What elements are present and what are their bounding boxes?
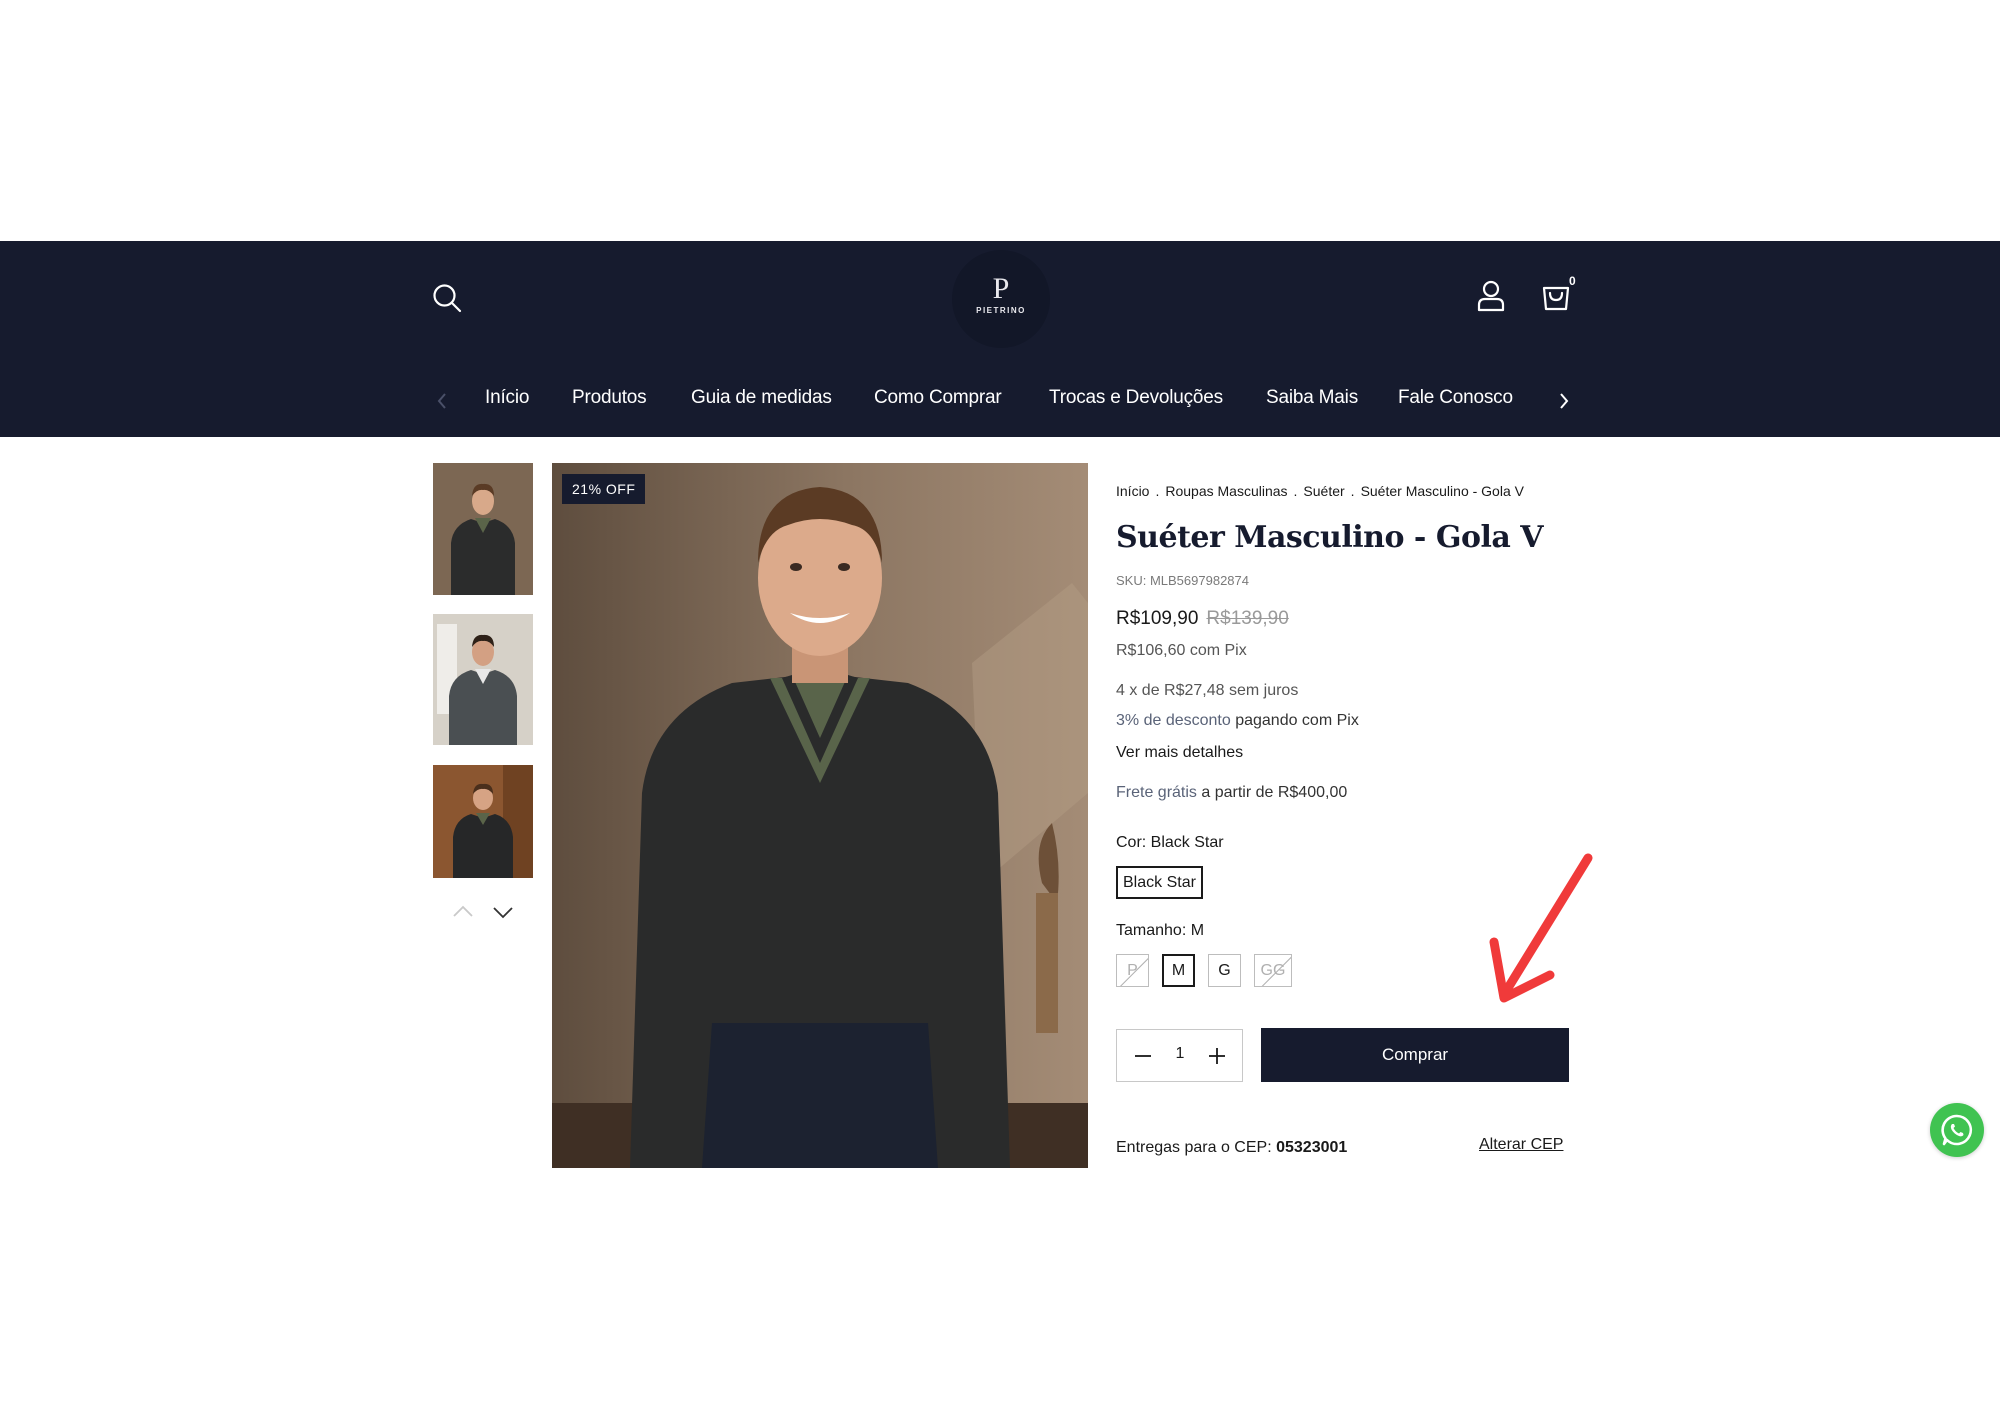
breadcrumb-item[interactable]: Início bbox=[1116, 483, 1149, 499]
breadcrumb: Início. Roupas Masculinas. Suéter. Suéter M… bbox=[1116, 483, 1524, 499]
nav-item-fale-conosco[interactable]: Fale Conosco bbox=[1398, 387, 1513, 409]
price-line: R$109,90 R$139,90 bbox=[1116, 608, 1289, 630]
delivery-cep-info: Entregas para o CEP: 05323001 bbox=[1116, 1139, 1347, 1157]
size-option-label: M bbox=[1171, 962, 1186, 979]
breadcrumb-item[interactable]: Suéter bbox=[1303, 483, 1344, 499]
annotation-arrow-icon bbox=[1489, 853, 1593, 1003]
size-option-m[interactable]: M bbox=[1162, 954, 1195, 987]
original-price: R$139,90 bbox=[1206, 608, 1289, 629]
breadcrumb-item[interactable]: Roupas Masculinas bbox=[1165, 483, 1287, 499]
chevron-left-icon[interactable] bbox=[432, 389, 452, 413]
installments-info: 4 x de R$27,48 sem juros bbox=[1116, 682, 1299, 699]
user-account-icon[interactable] bbox=[1476, 280, 1506, 312]
chevron-up-icon[interactable] bbox=[450, 902, 476, 922]
delivery-cep-label: Entregas para o CEP: bbox=[1116, 1139, 1277, 1156]
pix-discount-link[interactable]: 3% de desconto bbox=[1116, 712, 1231, 729]
product-thumbnail[interactable] bbox=[433, 614, 533, 745]
pix-discount-info: 3% de desconto pagando com Pix bbox=[1116, 712, 1359, 730]
free-shipping-link[interactable]: Frete grátis bbox=[1116, 784, 1197, 801]
minus-icon[interactable] bbox=[1125, 1038, 1161, 1074]
plus-icon[interactable] bbox=[1199, 1038, 1235, 1074]
nav-item-trocas-e-devolucoes[interactable]: Trocas e Devoluções bbox=[1049, 387, 1223, 409]
size-option-p[interactable]: P bbox=[1116, 954, 1149, 987]
nav-item-como-comprar[interactable]: Como Comprar bbox=[874, 387, 1002, 409]
free-shipping-text: a partir de R$400,00 bbox=[1196, 784, 1348, 801]
whatsapp-button[interactable] bbox=[1930, 1103, 1984, 1157]
free-shipping-info: Frete grátis a partir de R$400,00 bbox=[1116, 784, 1347, 802]
shopping-bag-icon[interactable] bbox=[1540, 280, 1572, 312]
more-details-link[interactable]: Ver mais detalhes bbox=[1116, 744, 1243, 762]
change-cep-link[interactable]: Alterar CEP bbox=[1479, 1136, 1563, 1154]
product-title: Suéter Masculino - Gola V bbox=[1116, 520, 1544, 555]
main-nav: Início Produtos Guia de medidas Como Com… bbox=[432, 385, 1572, 417]
pix-discount-text: pagando com Pix bbox=[1230, 712, 1359, 729]
current-price: R$109,90 bbox=[1116, 608, 1199, 629]
breadcrumb-current: Suéter Masculino - Gola V bbox=[1360, 483, 1524, 499]
logo-brand-name: PIETRINO bbox=[976, 306, 1026, 315]
quantity-stepper: 1 bbox=[1116, 1029, 1243, 1082]
size-option-label: G bbox=[1218, 962, 1231, 979]
nav-item-saiba-mais[interactable]: Saiba Mais bbox=[1266, 387, 1358, 409]
chevron-down-icon[interactable] bbox=[490, 902, 516, 922]
unavailable-strike bbox=[1119, 955, 1148, 986]
size-option-gg[interactable]: GG bbox=[1254, 954, 1292, 987]
product-thumbnail[interactable] bbox=[433, 765, 533, 878]
delivery-cep-value: 05323001 bbox=[1276, 1139, 1348, 1156]
quantity-value[interactable]: 1 bbox=[1161, 1045, 1199, 1063]
product-thumbnail[interactable] bbox=[433, 463, 533, 595]
chevron-right-icon[interactable] bbox=[1554, 389, 1574, 413]
discount-badge: 21% OFF bbox=[562, 474, 646, 504]
color-option-black-star[interactable]: Black Star bbox=[1116, 866, 1203, 899]
size-option-g[interactable]: G bbox=[1208, 954, 1241, 987]
pix-price: R$106,60 com Pix bbox=[1116, 642, 1247, 659]
cart-count-badge: 0 bbox=[1569, 274, 1576, 288]
logo-monogram: P bbox=[992, 272, 1010, 305]
nav-item-produtos[interactable]: Produtos bbox=[572, 387, 647, 409]
nav-item-inicio[interactable]: Início bbox=[485, 387, 529, 409]
product-sku: SKU: MLB5697982874 bbox=[1116, 573, 1249, 588]
product-main-image[interactable] bbox=[552, 463, 1088, 1168]
whatsapp-icon bbox=[1941, 1114, 1973, 1146]
brand-logo[interactable]: P PIETRINO bbox=[952, 250, 1050, 348]
size-label: Tamanho: M bbox=[1116, 922, 1205, 939]
color-label: Cor: Black Star bbox=[1116, 834, 1224, 851]
nav-item-guia-de-medidas[interactable]: Guia de medidas bbox=[691, 387, 832, 409]
search-icon[interactable] bbox=[432, 283, 462, 313]
buy-button[interactable]: Comprar bbox=[1261, 1028, 1569, 1082]
